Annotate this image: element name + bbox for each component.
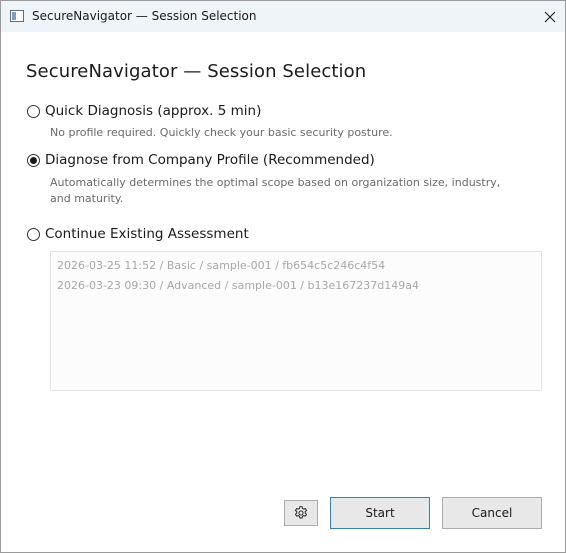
session-selection-window: SecureNavigator — Session Selection Secu… <box>0 0 566 553</box>
cancel-button[interactable]: Cancel <box>442 497 542 529</box>
continue-assessment-label[interactable]: Continue Existing Assessment <box>45 226 249 242</box>
settings-button[interactable] <box>284 500 318 526</box>
quick-diagnosis-description: No profile required. Quickly check your … <box>50 126 393 139</box>
company-profile-radio[interactable] <box>27 154 40 167</box>
list-item: 2026-03-23 09:30 / Advanced / sample-001… <box>57 279 419 292</box>
existing-assessments-list: 2026-03-25 11:52 / Basic / sample-001 / … <box>50 251 542 391</box>
quick-diagnosis-label[interactable]: Quick Diagnosis (approx. 5 min) <box>45 103 261 119</box>
quick-diagnosis-radio[interactable] <box>27 105 40 118</box>
gear-icon <box>295 506 307 519</box>
app-window-icon <box>10 10 24 22</box>
company-profile-description: Automatically determines the optimal sco… <box>50 176 501 205</box>
window-title: SecureNavigator — Session Selection <box>32 9 257 23</box>
start-button[interactable]: Start <box>330 497 430 529</box>
company-profile-label[interactable]: Diagnose from Company Profile (Recommend… <box>45 152 375 168</box>
close-button[interactable] <box>535 1 565 32</box>
list-item: 2026-03-25 11:52 / Basic / sample-001 / … <box>57 259 386 272</box>
title-bar[interactable]: SecureNavigator — Session Selection <box>1 1 565 32</box>
close-icon <box>544 11 556 22</box>
continue-assessment-radio[interactable] <box>27 228 40 241</box>
page-heading: SecureNavigator — Session Selection <box>26 61 367 82</box>
